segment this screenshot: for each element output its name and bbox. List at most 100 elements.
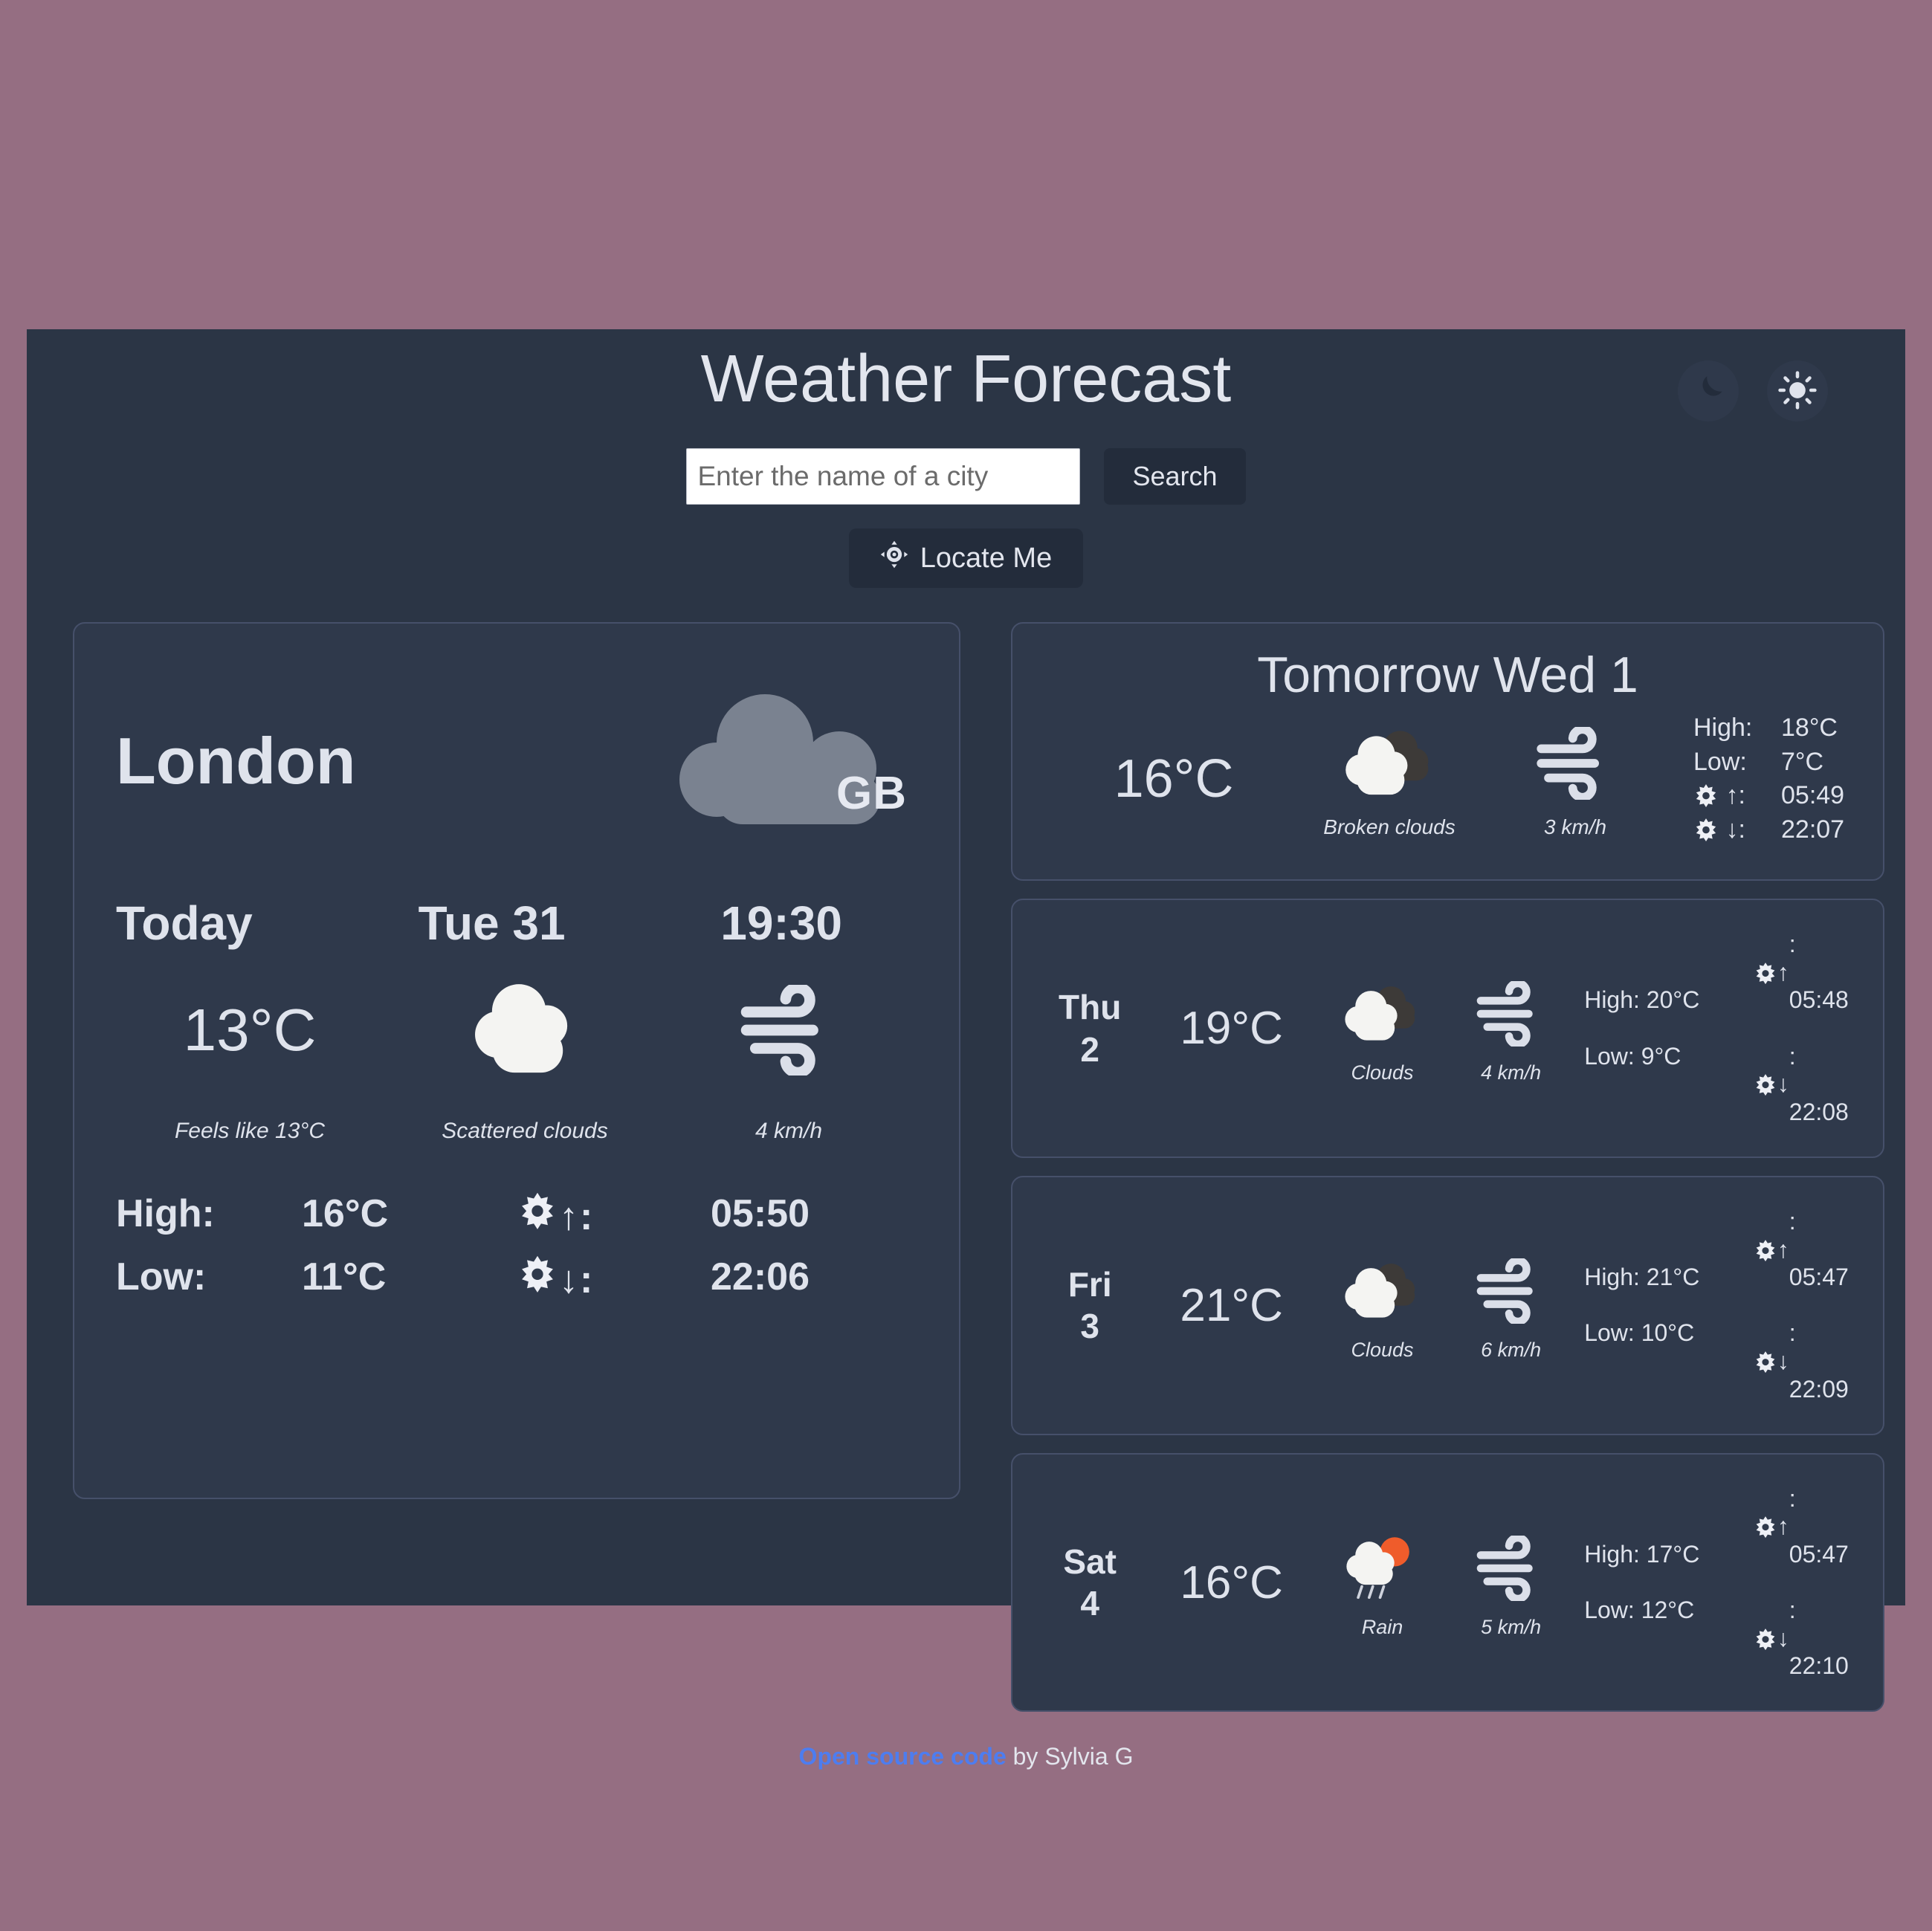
weather-app-window: Weather Forecast Enter the name of a cit… <box>27 329 1905 1770</box>
sunset-value: 22:06 <box>711 1255 810 1298</box>
search-button[interactable]: Search <box>1104 448 1246 505</box>
day-weekday: Thu <box>1059 988 1122 1027</box>
main-content: London GB Today Tue 31 19:30 13°C Feels … <box>73 622 1885 1712</box>
sunset-icon <box>1754 1056 1777 1112</box>
day-temperature: 19°C <box>1180 1003 1283 1055</box>
day-low: Low: 9°C <box>1584 1042 1681 1070</box>
tomorrow-sunset-label: ↓: <box>1693 813 1781 847</box>
tomorrow-forecast-card: Tomorrow Wed 1 16°C Broken clouds 3 km/h… <box>1011 622 1885 882</box>
city-name: London <box>116 724 356 798</box>
sunset-arrow-icon: ↓ <box>559 1258 578 1301</box>
sunset-arrow-icon: ↓ <box>1725 815 1739 844</box>
sunset-arrow-icon: ↓ <box>1777 1070 1789 1098</box>
light-mode-toggle-button[interactable] <box>1767 360 1828 421</box>
broken-clouds-icon <box>1296 719 1482 808</box>
current-condition-cell: Scattered clouds <box>384 974 666 1144</box>
tomorrow-sunset-value: 22:07 <box>1781 815 1845 844</box>
sunset-arrow-icon: ↓ <box>1777 1624 1789 1652</box>
forecast-row-fri: Fri 3 21°C Clouds 6 km/h High: 21°C Low:… <box>1011 1175 1885 1435</box>
day-sunset-value: : 22:10 <box>1789 1597 1849 1680</box>
low-label: Low: <box>116 1255 207 1298</box>
tomorrow-sunrise-value: 05:49 <box>1781 781 1845 810</box>
day-wind-label: 5 km/h <box>1481 1615 1542 1638</box>
wind-icon <box>1447 972 1575 1055</box>
tomorrow-condition-cell: Broken clouds <box>1296 719 1482 839</box>
app-header: Weather Forecast <box>27 329 1905 421</box>
day-condition-cell: Rain <box>1318 1527 1447 1639</box>
day-sunrise-row: ↑: 05:48 <box>1754 916 1861 1028</box>
clouds-icon <box>1318 1249 1447 1333</box>
open-source-link[interactable]: Open source code <box>799 1743 1007 1770</box>
cloud-white-icon <box>384 974 666 1086</box>
sunrise-arrow-icon: ↑ <box>1777 1513 1789 1540</box>
current-temperature: 13°C <box>183 997 317 1063</box>
feels-like-label: Feels like 13°C <box>174 1119 326 1143</box>
tomorrow-body: 16°C Broken clouds 3 km/h High: 18°C Low… <box>1038 711 1858 854</box>
day-low: Low: 12°C <box>1584 1597 1695 1624</box>
tomorrow-high-label: High: <box>1693 714 1753 742</box>
day-label: Sat 4 <box>1035 1541 1145 1624</box>
day-condition-cell: Clouds <box>1318 972 1447 1084</box>
sunset-icon <box>1754 1333 1777 1389</box>
sunrise-icon <box>1754 945 1777 1000</box>
day-highlow: High: 20°C Low: 9°C <box>1575 972 1754 1084</box>
day-label: Fri 3 <box>1035 1264 1145 1347</box>
day-suntimes: ↑: 05:48 ↓: 22:08 <box>1754 916 1861 1140</box>
day-temperature: 21°C <box>1180 1279 1283 1331</box>
tomorrow-sunset-row: ↓: 22:07 <box>1693 813 1844 847</box>
today-date: Tue 31 <box>418 896 566 950</box>
page-title: Weather Forecast <box>700 342 1232 416</box>
wind-icon <box>1482 719 1668 808</box>
forecast-row-sat: Sat 4 16°C Rain 5 km/h High: 17°C Low: 1… <box>1011 1452 1885 1712</box>
moon-icon <box>1690 372 1727 411</box>
day-condition-cell: Clouds <box>1318 1249 1447 1362</box>
search-input[interactable] <box>686 448 1081 505</box>
day-sunrise-value: : 05:47 <box>1789 1484 1849 1568</box>
tomorrow-temperature: 16°C <box>1114 749 1234 809</box>
tomorrow-wind-label: 3 km/h <box>1543 815 1607 839</box>
tomorrow-stats: High: 18°C Low: 7°C ↑: 05:49 ↓: 22:07 <box>1693 711 1844 847</box>
today-date-row: Today Tue 31 19:30 <box>116 896 917 951</box>
current-weather-card: London GB Today Tue 31 19:30 13°C Feels … <box>73 622 960 1499</box>
theme-toggle-group <box>1678 360 1828 421</box>
locate-me-button[interactable]: Locate Me <box>848 528 1084 588</box>
day-sunset-row: ↓: 22:08 <box>1754 1029 1861 1140</box>
day-sunrise-value: : 05:48 <box>1789 931 1849 1014</box>
city-row: London GB <box>116 653 917 869</box>
day-sunrise-value: : 05:47 <box>1789 1207 1849 1291</box>
tomorrow-low-label: Low: <box>1693 747 1747 776</box>
tomorrow-low-row: Low: 7°C <box>1693 745 1844 780</box>
tomorrow-wind-cell: 3 km/h <box>1482 719 1668 839</box>
sunset-icon <box>1693 815 1725 844</box>
day-number: 3 <box>1080 1307 1099 1346</box>
day-high: High: 17°C <box>1584 1540 1700 1568</box>
forecast-column: Tomorrow Wed 1 16°C Broken clouds 3 km/h… <box>1011 622 1885 1712</box>
sunset-colon: : <box>580 1258 593 1301</box>
sunrise-icon <box>1693 781 1725 809</box>
sunset-cell: ↓ : <box>517 1255 711 1304</box>
tomorrow-sunset-colon: : <box>1738 815 1745 844</box>
current-detail-row: 13°C Feels like 13°C Scattered clouds 4 … <box>116 974 917 1144</box>
country-badge: GB <box>672 690 917 832</box>
sunrise-arrow-icon: ↑ <box>1777 958 1789 986</box>
day-sunset-row: ↓: 22:09 <box>1754 1305 1861 1417</box>
day-sunrise-row: ↑: 05:47 <box>1754 1194 1861 1305</box>
footer: Open source code by Sylvia G <box>27 1743 1905 1770</box>
high-label: High: <box>116 1192 215 1235</box>
current-weather-column: London GB Today Tue 31 19:30 13°C Feels … <box>73 622 960 1499</box>
tomorrow-high-row: High: 18°C <box>1693 711 1844 745</box>
tomorrow-title: Tomorrow Wed 1 <box>1257 647 1638 703</box>
rain-icon <box>1318 1527 1447 1610</box>
sunrise-icon <box>1754 1498 1777 1554</box>
day-sunset-value: : 22:09 <box>1789 1319 1849 1403</box>
sunset-arrow-icon: ↓ <box>1777 1347 1789 1374</box>
dark-mode-toggle-button[interactable] <box>1678 360 1739 421</box>
sunrise-arrow-icon: ↑ <box>559 1194 578 1238</box>
sunrise-cell: ↑ : <box>517 1191 711 1241</box>
day-suntimes: ↑: 05:47 ↓: 22:09 <box>1754 1194 1861 1417</box>
tomorrow-low-value: 7°C <box>1781 747 1824 776</box>
tomorrow-high-value: 18°C <box>1781 714 1838 742</box>
tomorrow-sunrise-row: ↑: 05:49 <box>1693 779 1844 813</box>
day-wind-cell: 6 km/h <box>1447 1249 1575 1362</box>
locate-me-label: Locate Me <box>920 542 1053 574</box>
